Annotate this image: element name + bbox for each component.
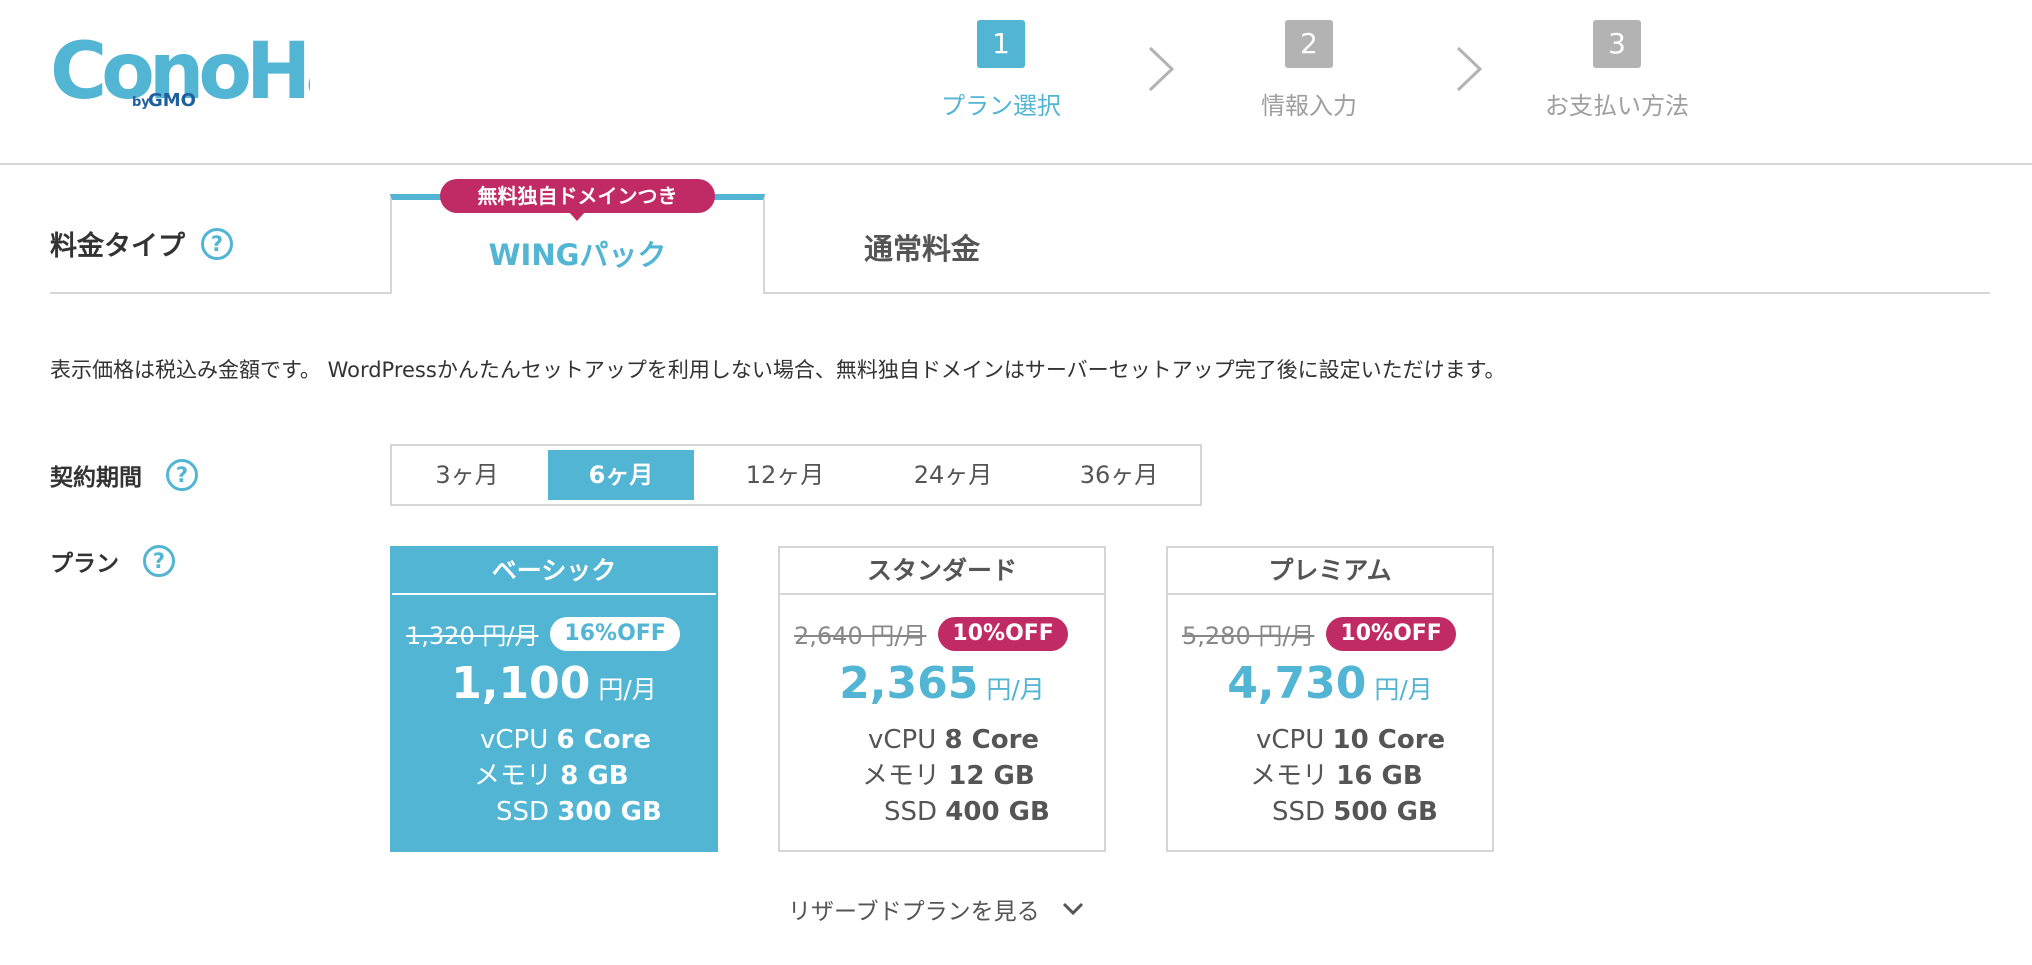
tabs-divider [50,292,1990,294]
spec-ssd: SSD 400 GB [884,797,1050,827]
price-row: 4,730 円/月 [1168,658,1492,709]
progress-steps: 1 プラン選択 2 情報入力 3 お支払い方法 [0,20,2032,130]
pricing-type-text: 料金タイプ [50,231,185,262]
step-number: 1 [977,20,1025,68]
period-option-24m[interactable]: 24ヶ月 [878,450,1028,500]
header: ConoHa by GMO 1 プラン選択 2 情報入力 3 お支払い方法 [0,0,2032,165]
chevron-down-icon [1062,902,1083,916]
old-price-row: 2,640 円/月 10%OFF [794,616,1068,651]
page: ConoHa by GMO 1 プラン選択 2 情報入力 3 お支払い方法 [0,0,2032,965]
plan-price: 2,365 [839,658,979,709]
plan-specs: vCPU 10 Core メモリ 16 GB SSD 500 GB [1168,722,1492,830]
question-circle-icon[interactable]: ? [201,227,233,260]
step-label: プラン選択 [941,92,1061,120]
price-unit: 円/月 [598,675,657,704]
step-number: 3 [1593,20,1641,68]
period-option-6m[interactable]: 6ヶ月 [548,450,694,500]
plan-card-premium[interactable]: プレミアム 5,280 円/月 10%OFF 4,730 円/月 vCPU 10 … [1166,546,1494,852]
old-price: 2,640 円/月 [794,622,927,650]
plan-specs: vCPU 8 Core メモリ 12 GB SSD 400 GB [780,722,1104,830]
spec-vcpu: vCPU 8 Core [868,725,1040,755]
question-circle-icon[interactable]: ? [143,545,175,577]
question-circle-icon[interactable]: ? [166,459,198,491]
plan-card-standard[interactable]: スタンダード 2,640 円/月 10%OFF 2,365 円/月 vCPU 8 … [778,546,1106,852]
step-label: 情報入力 [1261,92,1357,120]
contract-period-label: 契約期間 ? [50,458,198,492]
step-info-input: 2 情報入力 [1199,20,1419,121]
plan-label: プラン ? [50,544,175,578]
free-domain-ribbon: 無料独自ドメインつき [440,179,715,213]
contract-period-text: 契約期間 [50,465,142,491]
spec-memory: メモリ 16 GB [1250,761,1423,791]
plan-price: 4,730 [1227,658,1367,709]
discount-badge: 10%OFF [938,616,1068,651]
tab-wing-pack-label: WINGパック [488,238,667,272]
old-price-row: 5,280 円/月 10%OFF [1182,616,1456,651]
chevron-right-icon [1456,46,1483,92]
spec-vcpu: vCPU 6 Core [480,725,652,755]
plan-name: プレミアム [1168,548,1492,595]
price-unit: 円/月 [1374,675,1433,704]
ribbon-pointer [569,212,585,221]
plan-name: ベーシック [392,548,716,595]
step-payment-method: 3 お支払い方法 [1507,20,1727,121]
plan-name: スタンダード [780,548,1104,595]
step-number: 2 [1285,20,1333,68]
discount-badge: 10%OFF [1326,616,1456,651]
step-plan-select: 1 プラン選択 [891,20,1111,121]
spec-vcpu: vCPU 10 Core [1256,725,1446,755]
plan-card-basic[interactable]: ベーシック 1,320 円/月 16%OFF 1,100 円/月 vCPU 6 C… [390,546,718,852]
price-row: 1,100 円/月 [392,658,716,709]
old-price-row: 1,320 円/月 16%OFF [406,616,680,651]
plan-price: 1,100 [451,658,591,709]
price-row: 2,365 円/月 [780,658,1104,709]
plan-specs: vCPU 6 Core メモリ 8 GB SSD 300 GB [392,722,716,830]
period-option-3m[interactable]: 3ヶ月 [402,450,532,500]
step-label: お支払い方法 [1545,92,1689,120]
contract-period-selector: 3ヶ月 6ヶ月 12ヶ月 24ヶ月 36ヶ月 [390,444,1202,506]
plan-text: プラン [50,551,119,577]
spec-memory: メモリ 12 GB [862,761,1035,791]
spec-ssd: SSD 300 GB [496,797,662,827]
period-option-36m[interactable]: 36ヶ月 [1044,450,1194,500]
chevron-right-icon [1148,46,1175,92]
tab-normal-pricing[interactable]: 通常料金 [767,226,1077,268]
reserved-plan-text: リザーブドプランを見る [788,899,1040,925]
pricing-type-label: 料金タイプ ? [50,224,233,263]
price-unit: 円/月 [986,675,1045,704]
period-option-12m[interactable]: 12ヶ月 [710,450,860,500]
spec-ssd: SSD 500 GB [1272,797,1438,827]
old-price: 1,320 円/月 [406,622,539,650]
discount-badge: 16%OFF [550,616,680,651]
reserved-plan-link[interactable]: リザーブドプランを見る [788,892,1084,926]
spec-memory: メモリ 8 GB [474,761,629,791]
price-notice: 表示価格は税込み金額です。 WordPressかんたんセットアップを利用しない場… [50,358,1506,382]
old-price: 5,280 円/月 [1182,622,1315,650]
